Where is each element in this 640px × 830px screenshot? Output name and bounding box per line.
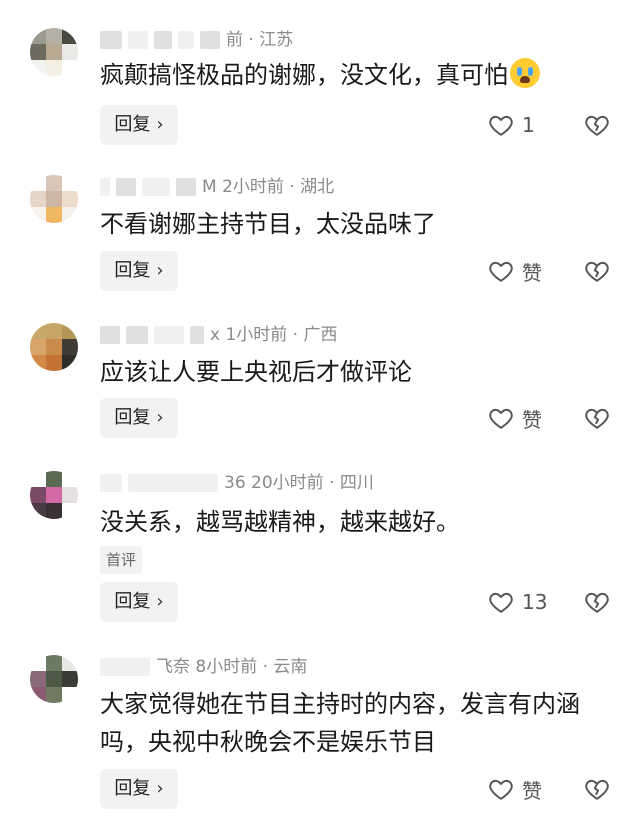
broken-heart-icon	[585, 408, 609, 429]
comment-meta: 前 · 江苏	[100, 28, 293, 52]
comment-meta-text: 飞奈 8小时前 · 云南	[156, 657, 308, 677]
reply-label: 回复	[114, 778, 151, 799]
dislike-button[interactable]	[584, 398, 610, 438]
heart-outline-icon	[489, 261, 513, 282]
heart-outline-icon	[489, 115, 513, 136]
avatar[interactable]	[30, 175, 78, 223]
masked-username	[100, 474, 122, 492]
broken-heart-icon	[585, 779, 609, 800]
masked-username	[100, 178, 110, 196]
like-button[interactable]: 赞	[488, 398, 542, 438]
comment-meta: 飞奈 8小时前 · 云南	[100, 655, 307, 679]
comment-meta: M 2小时前 · 湖北	[100, 175, 334, 199]
dislike-button[interactable]	[584, 251, 610, 291]
chevron-right-icon: ›	[156, 114, 164, 135]
masked-username	[178, 31, 194, 49]
comment-meta-text: M 2小时前 · 湖北	[202, 177, 335, 197]
comment-meta-text: 36 20小时前 · 四川	[224, 473, 374, 493]
like-count: 赞	[522, 260, 542, 285]
avatar[interactable]	[30, 28, 78, 76]
like-button[interactable]: 1	[488, 105, 535, 145]
reply-button[interactable]: 回复 ›	[100, 105, 178, 145]
masked-username	[142, 178, 170, 196]
comment-text: 应该让人要上央视后才做评论	[100, 358, 412, 386]
like-button[interactable]: 赞	[488, 769, 542, 809]
reply-label: 回复	[114, 114, 151, 135]
reply-button[interactable]: 回复 ›	[100, 251, 178, 291]
avatar[interactable]	[30, 471, 78, 519]
comment-text: 疯颠搞怪极品的谢娜，没文化，真可怕	[100, 56, 620, 94]
masked-username	[154, 326, 184, 344]
masked-username	[116, 178, 136, 196]
reply-label: 回复	[114, 407, 151, 428]
masked-username	[100, 658, 150, 676]
heart-outline-icon	[489, 779, 513, 800]
comment-meta: 36 20小时前 · 四川	[100, 471, 374, 495]
reply-button[interactable]: 回复 ›	[100, 769, 178, 809]
masked-username	[128, 31, 148, 49]
comment-text: 没关系，越骂越精神，越来越好。	[100, 508, 460, 536]
chevron-right-icon: ›	[156, 260, 164, 281]
masked-username	[100, 326, 120, 344]
heart-outline-icon	[489, 592, 513, 613]
masked-username	[128, 474, 218, 492]
comment-text-body: 疯颠搞怪极品的谢娜，没文化，真可怕	[100, 61, 508, 89]
like-count: 赞	[522, 407, 542, 432]
like-button[interactable]: 13	[488, 582, 547, 622]
broken-heart-icon	[585, 592, 609, 613]
avatar[interactable]	[30, 323, 78, 371]
like-count: 13	[522, 590, 548, 614]
masked-username	[100, 31, 122, 49]
comment-meta: x 1小时前 · 广西	[100, 323, 338, 347]
broken-heart-icon	[585, 115, 609, 136]
chevron-right-icon: ›	[156, 591, 164, 612]
broken-heart-icon	[585, 261, 609, 282]
reply-label: 回复	[114, 591, 151, 612]
like-count: 1	[522, 113, 535, 137]
like-count: 赞	[522, 778, 542, 803]
loudly-crying-face-icon	[510, 58, 540, 88]
reply-button[interactable]: 回复 ›	[100, 398, 178, 438]
comment-text: 大家觉得她在节目主持时的内容，发言有内涵吗，央视中秋晚会不是娱乐节目	[100, 690, 580, 756]
dislike-button[interactable]	[584, 769, 610, 809]
comment-text: 不看谢娜主持节目，太没品味了	[100, 210, 436, 238]
comment-meta-text: 前 · 江苏	[226, 30, 294, 50]
reply-button[interactable]: 回复 ›	[100, 582, 178, 622]
masked-username	[154, 31, 172, 49]
comment-meta-text: x 1小时前 · 广西	[210, 325, 338, 345]
dislike-button[interactable]	[584, 105, 610, 145]
chevron-right-icon: ›	[156, 778, 164, 799]
reply-label: 回复	[114, 260, 151, 281]
masked-username	[200, 31, 220, 49]
like-button[interactable]: 赞	[488, 251, 542, 291]
heart-outline-icon	[489, 408, 513, 429]
masked-username	[176, 178, 196, 196]
masked-username	[126, 326, 148, 344]
first-comment-badge: 首评	[100, 546, 143, 574]
masked-username	[190, 326, 204, 344]
chevron-right-icon: ›	[156, 407, 164, 428]
dislike-button[interactable]	[584, 582, 610, 622]
avatar[interactable]	[30, 655, 78, 703]
